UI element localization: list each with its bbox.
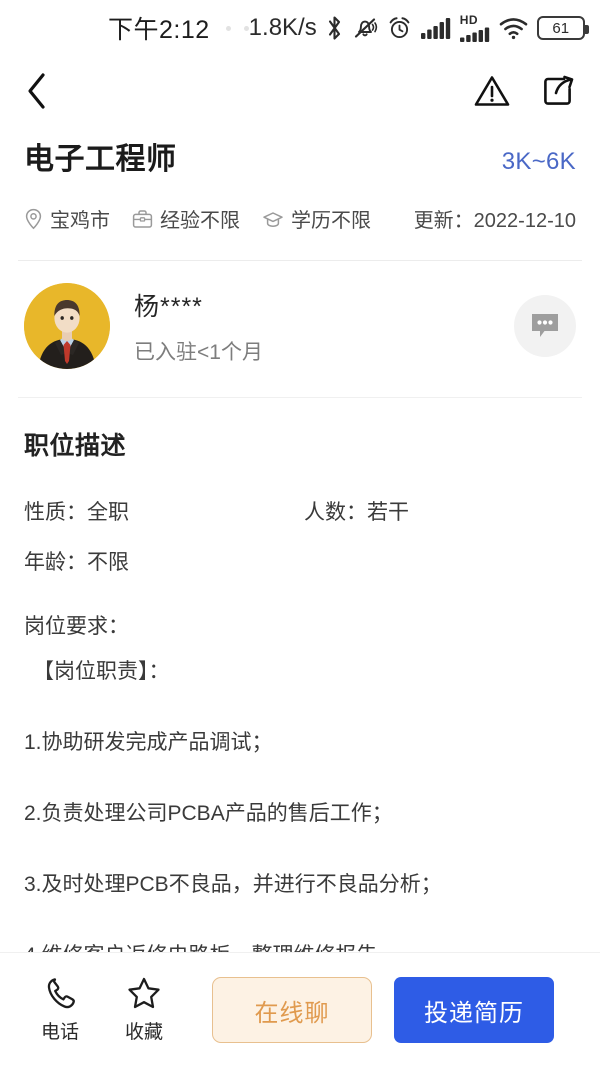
description-heading: 职位描述 <box>24 432 127 460</box>
duty-item: 2.负责处理公司PCBA产品的售后工作； <box>24 802 393 825</box>
job-meta-row: 宝鸡市 经验不限 学历不限 更新：2022-12-10 <box>24 204 576 233</box>
recruiter-tenure: 已入驻<1个月 <box>134 340 263 364</box>
share-button[interactable] <box>542 74 576 108</box>
update-date: 更新：2022-12-10 <box>413 210 576 232</box>
duties-label: 【岗位职责】： <box>33 660 170 683</box>
job-description-section: 职位描述 性质：全职 人数：若干 年龄：不限 岗位要求： 【岗位职责】： 1.协… <box>0 398 600 966</box>
battery-level: 61 <box>552 19 570 37</box>
chat-bubble-icon <box>532 314 558 337</box>
share-icon <box>544 75 574 105</box>
salary-range: 3K~6K <box>501 148 576 175</box>
description-facts-row: 性质：全职 人数：若干 <box>24 496 576 526</box>
location-pin-icon <box>25 208 42 229</box>
job-title: 电子工程师 <box>24 143 177 176</box>
battery-icon: 61 <box>536 16 589 40</box>
back-chevron-icon <box>28 73 45 109</box>
status-bar-dots <box>225 25 249 31</box>
graduation-cap-icon <box>263 211 283 227</box>
duty-item: 1.协助研发完成产品调试； <box>24 731 273 754</box>
bluetooth-icon <box>328 16 340 40</box>
job-header: 电子工程师 3K~6K 宝鸡市 经验不限 学历不限 更新：2022-12-10 <box>0 126 600 233</box>
wifi-icon <box>499 18 528 40</box>
alarm-clock-icon <box>389 17 410 39</box>
fact-age: 年龄：不限 <box>24 551 129 574</box>
education-text: 学历不限 <box>291 210 371 232</box>
meta-experience: 经验不限 <box>132 204 240 233</box>
job-detail-screen: 下午2:12 1.8K/s HD 61 电子工程师 3K~6K 宝鸡市 经验不限… <box>0 0 600 1067</box>
recruiter-chat-button[interactable] <box>514 295 576 357</box>
avatar <box>24 283 110 369</box>
phone-label: 电话 <box>40 1022 79 1043</box>
job-title-row: 电子工程师 3K~6K <box>24 134 576 178</box>
meta-location: 宝鸡市 <box>24 204 110 233</box>
star-icon <box>128 977 160 1009</box>
recruiter-name: 杨**** <box>134 292 203 321</box>
location-text: 宝鸡市 <box>50 210 110 232</box>
status-bar-time: 下午2:12 <box>108 16 210 44</box>
network-speed-text: 1.8K/s <box>248 14 317 41</box>
mute-bell-icon <box>354 18 377 38</box>
description-body: 岗位要求： 【岗位职责】： 1.协助研发完成产品调试； 2.负责处理公司PCBA… <box>24 616 576 966</box>
phone-button[interactable]: 电话 <box>22 976 98 1044</box>
report-button[interactable] <box>474 74 510 108</box>
warning-triangle-icon <box>474 76 510 106</box>
avatar-illustration-icon <box>24 283 110 369</box>
navigation-bar <box>0 56 600 126</box>
status-bar-icons: 1.8K/s HD 61 <box>248 13 589 42</box>
signal-bars-icon <box>420 18 450 39</box>
fact-nature: 性质：全职 <box>24 501 129 524</box>
recruiter-card[interactable]: 杨**** 已入驻<1个月 <box>0 261 600 369</box>
online-chat-button[interactable]: 在线聊 <box>212 977 372 1043</box>
meta-education: 学历不限 <box>262 204 371 233</box>
bottom-action-bar: 电话 收藏 在线聊 投递简历 <box>0 952 600 1067</box>
recruiter-info: 杨**** 已入驻<1个月 <box>134 287 263 366</box>
back-button[interactable] <box>24 72 50 110</box>
status-bar: 下午2:12 1.8K/s HD 61 <box>0 0 600 56</box>
status-dot <box>225 25 231 31</box>
fact-headcount: 人数：若干 <box>304 501 409 524</box>
experience-text: 经验不限 <box>160 210 240 232</box>
hd-label: HD <box>459 13 479 27</box>
briefcase-icon <box>132 209 153 228</box>
apply-resume-button[interactable]: 投递简历 <box>394 977 554 1043</box>
favorite-button[interactable]: 收藏 <box>106 976 182 1044</box>
duty-item: 3.及时处理PCB不良品，并进行不良品分析； <box>24 873 442 896</box>
phone-icon <box>47 978 75 1009</box>
favorite-label: 收藏 <box>124 1022 163 1043</box>
hd-signal-icon <box>459 27 489 42</box>
requirements-label: 岗位要求： <box>24 615 129 638</box>
